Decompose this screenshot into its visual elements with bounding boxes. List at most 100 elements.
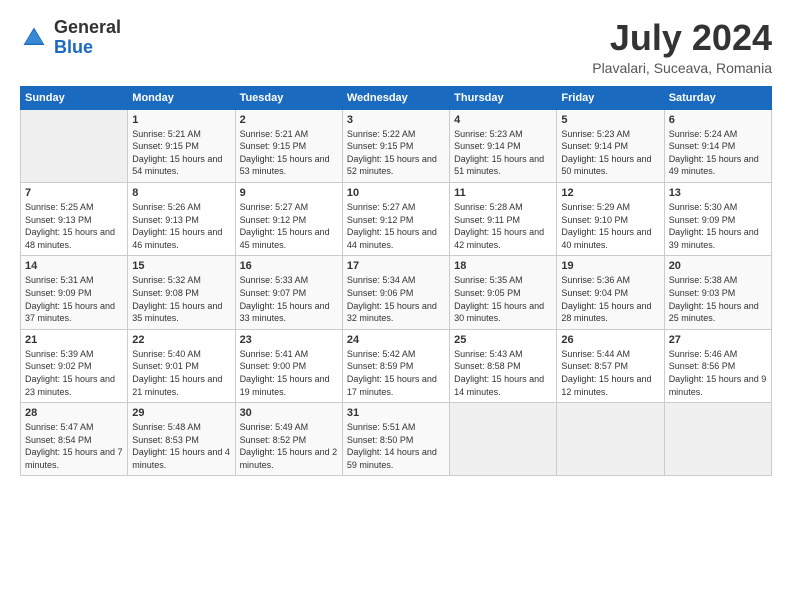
day-info: Sunrise: 5:34 AM Sunset: 9:06 PM Dayligh… — [347, 274, 445, 324]
day-cell: 31 Sunrise: 5:51 AM Sunset: 8:50 PM Dayli… — [342, 403, 449, 476]
day-info: Sunrise: 5:47 AM Sunset: 8:54 PM Dayligh… — [25, 421, 123, 471]
day-number: 18 — [454, 260, 552, 272]
weekday-header-saturday: Saturday — [664, 86, 771, 109]
day-number: 10 — [347, 187, 445, 199]
day-number: 17 — [347, 260, 445, 272]
day-number: 16 — [240, 260, 338, 272]
logo-text: General Blue — [54, 18, 121, 58]
day-cell: 27Sunrise: 5:46 AM Sunset: 8:56 PM Dayli… — [664, 329, 771, 402]
title-block: July 2024 Plavalari, Suceava, Romania — [592, 18, 772, 76]
day-cell: 5 Sunrise: 5:23 AM Sunset: 9:14 PM Daylig… — [557, 109, 664, 182]
week-row-2: 7 Sunrise: 5:25 AM Sunset: 9:13 PM Daylig… — [21, 182, 772, 255]
day-info: Sunrise: 5:42 AM Sunset: 8:59 PM Dayligh… — [347, 348, 445, 398]
day-info: Sunrise: 5:31 AM Sunset: 9:09 PM Dayligh… — [25, 274, 123, 324]
day-info: Sunrise: 5:33 AM Sunset: 9:07 PM Dayligh… — [240, 274, 338, 324]
day-number: 21 — [25, 334, 123, 346]
day-number: 14 — [25, 260, 123, 272]
weekday-header-wednesday: Wednesday — [342, 86, 449, 109]
day-cell: 26 Sunrise: 5:44 AM Sunset: 8:57 PM Dayli… — [557, 329, 664, 402]
day-number: 29 — [132, 407, 230, 419]
day-number: 24 — [347, 334, 445, 346]
day-cell: 2 Sunrise: 5:21 AM Sunset: 9:15 PM Daylig… — [235, 109, 342, 182]
weekday-header-sunday: Sunday — [21, 86, 128, 109]
day-info: Sunrise: 5:23 AM Sunset: 9:14 PM Dayligh… — [454, 128, 552, 178]
day-number: 31 — [347, 407, 445, 419]
day-cell: 14 Sunrise: 5:31 AM Sunset: 9:09 PM Dayli… — [21, 256, 128, 329]
day-number: 5 — [561, 114, 659, 126]
day-cell: 20Sunrise: 5:38 AM Sunset: 9:03 PM Dayli… — [664, 256, 771, 329]
day-number: 7 — [25, 187, 123, 199]
day-cell: 25 Sunrise: 5:43 AM Sunset: 8:58 PM Dayli… — [450, 329, 557, 402]
day-number: 30 — [240, 407, 338, 419]
day-info: Sunrise: 5:51 AM Sunset: 8:50 PM Dayligh… — [347, 421, 445, 471]
weekday-header-friday: Friday — [557, 86, 664, 109]
week-row-1: 1 Sunrise: 5:21 AM Sunset: 9:15 PM Daylig… — [21, 109, 772, 182]
day-cell: 4 Sunrise: 5:23 AM Sunset: 9:14 PM Daylig… — [450, 109, 557, 182]
day-cell — [450, 403, 557, 476]
logo-general: General — [54, 17, 121, 37]
day-number: 20 — [669, 260, 767, 272]
day-cell: 28 Sunrise: 5:47 AM Sunset: 8:54 PM Dayli… — [21, 403, 128, 476]
calendar-table: SundayMondayTuesdayWednesdayThursdayFrid… — [20, 86, 772, 477]
day-cell: 12 Sunrise: 5:29 AM Sunset: 9:10 PM Dayli… — [557, 182, 664, 255]
day-cell — [664, 403, 771, 476]
week-row-4: 21 Sunrise: 5:39 AM Sunset: 9:02 PM Dayli… — [21, 329, 772, 402]
day-cell — [557, 403, 664, 476]
day-info: Sunrise: 5:36 AM Sunset: 9:04 PM Dayligh… — [561, 274, 659, 324]
day-number: 28 — [25, 407, 123, 419]
day-number: 15 — [132, 260, 230, 272]
day-number: 25 — [454, 334, 552, 346]
day-cell — [21, 109, 128, 182]
day-info: Sunrise: 5:27 AM Sunset: 9:12 PM Dayligh… — [240, 201, 338, 251]
day-cell: 24 Sunrise: 5:42 AM Sunset: 8:59 PM Dayli… — [342, 329, 449, 402]
day-number: 23 — [240, 334, 338, 346]
weekday-header-thursday: Thursday — [450, 86, 557, 109]
week-row-3: 14 Sunrise: 5:31 AM Sunset: 9:09 PM Dayli… — [21, 256, 772, 329]
day-number: 2 — [240, 114, 338, 126]
day-number: 8 — [132, 187, 230, 199]
day-number: 22 — [132, 334, 230, 346]
day-info: Sunrise: 5:35 AM Sunset: 9:05 PM Dayligh… — [454, 274, 552, 324]
day-number: 19 — [561, 260, 659, 272]
day-cell: 30Sunrise: 5:49 AM Sunset: 8:52 PM Dayli… — [235, 403, 342, 476]
day-number: 26 — [561, 334, 659, 346]
day-cell: 8 Sunrise: 5:26 AM Sunset: 9:13 PM Daylig… — [128, 182, 235, 255]
day-info: Sunrise: 5:25 AM Sunset: 9:13 PM Dayligh… — [25, 201, 123, 251]
day-info: Sunrise: 5:27 AM Sunset: 9:12 PM Dayligh… — [347, 201, 445, 251]
logo-icon — [20, 24, 48, 52]
day-info: Sunrise: 5:40 AM Sunset: 9:01 PM Dayligh… — [132, 348, 230, 398]
day-info: Sunrise: 5:48 AM Sunset: 8:53 PM Dayligh… — [132, 421, 230, 471]
day-number: 1 — [132, 114, 230, 126]
day-cell: 11Sunrise: 5:28 AM Sunset: 9:11 PM Dayli… — [450, 182, 557, 255]
location: Plavalari, Suceava, Romania — [592, 60, 772, 76]
day-cell: 6 Sunrise: 5:24 AM Sunset: 9:14 PM Daylig… — [664, 109, 771, 182]
day-info: Sunrise: 5:29 AM Sunset: 9:10 PM Dayligh… — [561, 201, 659, 251]
day-info: Sunrise: 5:32 AM Sunset: 9:08 PM Dayligh… — [132, 274, 230, 324]
day-cell: 21 Sunrise: 5:39 AM Sunset: 9:02 PM Dayli… — [21, 329, 128, 402]
day-info: Sunrise: 5:21 AM Sunset: 9:15 PM Dayligh… — [240, 128, 338, 178]
day-number: 13 — [669, 187, 767, 199]
header: General Blue July 2024 Plavalari, Suceav… — [20, 18, 772, 76]
day-number: 6 — [669, 114, 767, 126]
day-info: Sunrise: 5:44 AM Sunset: 8:57 PM Dayligh… — [561, 348, 659, 398]
day-cell: 1Sunrise: 5:21 AM Sunset: 9:15 PM Daylig… — [128, 109, 235, 182]
day-info: Sunrise: 5:24 AM Sunset: 9:14 PM Dayligh… — [669, 128, 767, 178]
day-number: 12 — [561, 187, 659, 199]
calendar-page: General Blue July 2024 Plavalari, Suceav… — [0, 0, 792, 612]
logo: General Blue — [20, 18, 121, 58]
day-cell: 15 Sunrise: 5:32 AM Sunset: 9:08 PM Dayli… — [128, 256, 235, 329]
day-info: Sunrise: 5:30 AM Sunset: 9:09 PM Dayligh… — [669, 201, 767, 251]
day-info: Sunrise: 5:28 AM Sunset: 9:11 PM Dayligh… — [454, 201, 552, 251]
day-info: Sunrise: 5:43 AM Sunset: 8:58 PM Dayligh… — [454, 348, 552, 398]
weekday-header-monday: Monday — [128, 86, 235, 109]
day-info: Sunrise: 5:26 AM Sunset: 9:13 PM Dayligh… — [132, 201, 230, 251]
day-cell: 29 Sunrise: 5:48 AM Sunset: 8:53 PM Dayli… — [128, 403, 235, 476]
day-cell: 16 Sunrise: 5:33 AM Sunset: 9:07 PM Dayli… — [235, 256, 342, 329]
day-number: 4 — [454, 114, 552, 126]
day-info: Sunrise: 5:23 AM Sunset: 9:14 PM Dayligh… — [561, 128, 659, 178]
day-info: Sunrise: 5:46 AM Sunset: 8:56 PM Dayligh… — [669, 348, 767, 398]
day-cell: 3Sunrise: 5:22 AM Sunset: 9:15 PM Daylig… — [342, 109, 449, 182]
weekday-header-tuesday: Tuesday — [235, 86, 342, 109]
day-info: Sunrise: 5:39 AM Sunset: 9:02 PM Dayligh… — [25, 348, 123, 398]
day-cell: 18 Sunrise: 5:35 AM Sunset: 9:05 PM Dayli… — [450, 256, 557, 329]
